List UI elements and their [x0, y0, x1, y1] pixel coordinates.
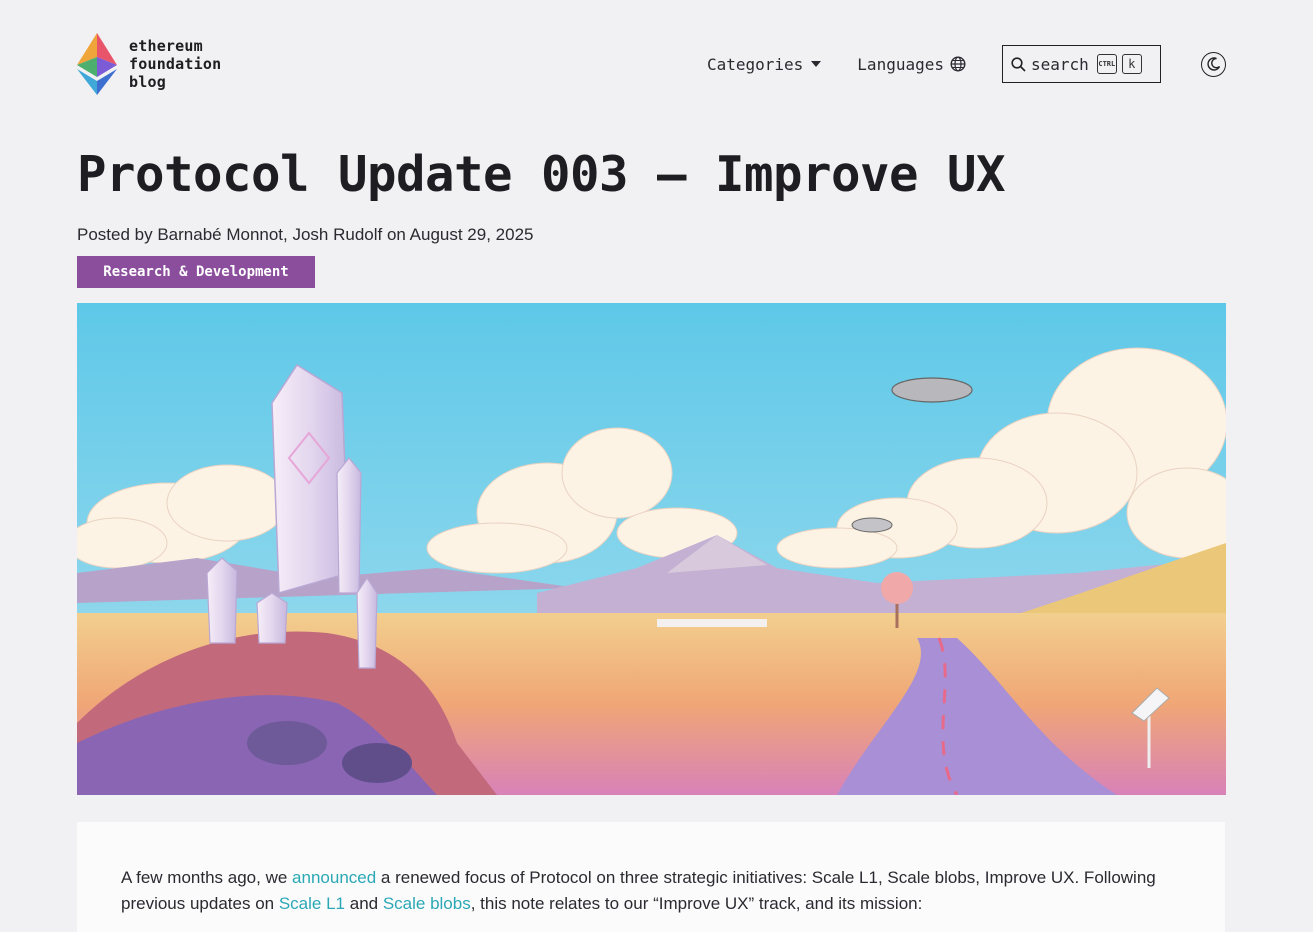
category-tag[interactable]: Research & Development	[77, 256, 315, 288]
categories-menu[interactable]: Categories	[706, 54, 822, 74]
p1-text-a: A few months ago, we	[121, 868, 293, 887]
p1-text-d: , this note relates to our “Improve UX” …	[470, 894, 923, 913]
caret-down-icon	[811, 61, 822, 67]
kbd-k: k	[1121, 54, 1142, 74]
site-header: ethereum foundation blog Categories Lang…	[77, 30, 1226, 98]
moon-icon	[1206, 57, 1220, 71]
search-button[interactable]: search CTRL k	[1002, 45, 1161, 83]
globe-icon	[950, 56, 966, 72]
search-icon	[1011, 56, 1026, 72]
post-byline: Posted by Barnabé Monnot, Josh Rudolf on…	[77, 225, 534, 244]
hero-image	[77, 303, 1226, 795]
search-label: search	[1031, 54, 1089, 74]
article-body: A few months ago, we announced a renewed…	[77, 822, 1225, 932]
logo-line-2: foundation	[129, 55, 222, 73]
logo-line-3: blog	[129, 73, 166, 91]
p1-text-c: and	[345, 894, 383, 913]
languages-label: Languages	[857, 54, 944, 74]
languages-menu[interactable]: Languages	[857, 55, 966, 74]
scale-l1-link[interactable]: Scale L1	[279, 894, 345, 913]
announced-link[interactable]: announced	[292, 868, 376, 887]
scale-blobs-link[interactable]: Scale blobs	[383, 894, 471, 913]
page-title: Protocol Update 003 — Improve UX	[77, 146, 1006, 203]
theme-toggle-button[interactable]	[1201, 51, 1226, 77]
main-nav: Categories Languages search CTRL k	[707, 44, 1226, 84]
kbd-ctrl: CTRL	[1096, 54, 1117, 74]
categories-label: Categories	[706, 54, 804, 74]
ethereum-logo-icon	[77, 33, 117, 95]
site-logo[interactable]: ethereum foundation blog	[77, 33, 221, 95]
article-paragraph: A few months ago, we announced a renewed…	[121, 865, 1191, 917]
logo-line-1: ethereum	[129, 37, 203, 55]
landscape-illustration	[77, 303, 1226, 795]
